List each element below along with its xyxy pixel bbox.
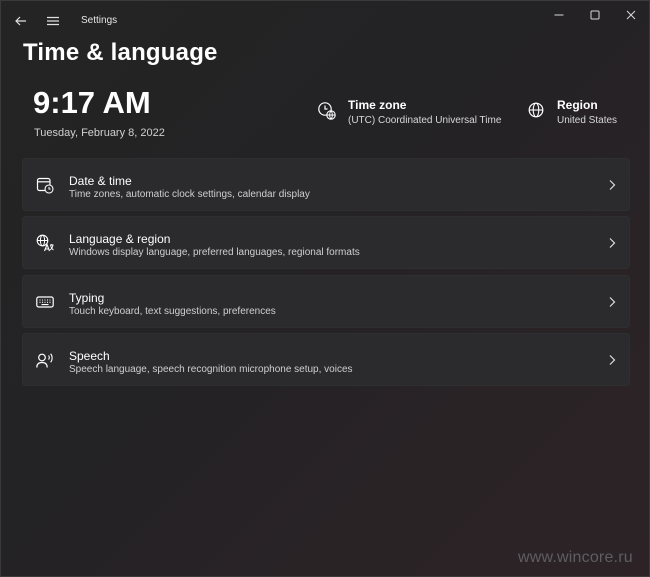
date-time-title: Date & time xyxy=(69,174,132,188)
language-icon xyxy=(36,234,54,252)
app-title: Settings xyxy=(81,15,118,26)
calendar-clock-icon xyxy=(36,177,54,194)
current-date: Tuesday, February 8, 2022 xyxy=(34,127,165,139)
time-zone-icon xyxy=(318,102,336,120)
globe-icon xyxy=(528,102,544,118)
back-button[interactable] xyxy=(9,9,33,33)
settings-window: Settings Time & language 9:17 AM Tuesday… xyxy=(0,0,650,577)
watermark: www.wincore.ru xyxy=(518,549,633,566)
chevron-right-icon xyxy=(609,238,616,248)
speech-card[interactable]: Speech Speech language, speech recogniti… xyxy=(22,333,630,386)
back-arrow-icon xyxy=(15,16,26,26)
speech-icon xyxy=(36,353,53,368)
region-title: Region xyxy=(557,98,598,112)
maximize-button[interactable] xyxy=(575,1,615,29)
speech-description: Speech language, speech recognition micr… xyxy=(69,364,353,375)
typing-title: Typing xyxy=(69,291,105,305)
close-button[interactable] xyxy=(611,1,649,29)
region-value: United States xyxy=(557,115,618,126)
language-region-description: Windows display language, preferred lang… xyxy=(69,247,360,258)
keyboard-icon xyxy=(36,296,54,308)
speech-title: Speech xyxy=(69,349,110,363)
date-time-card[interactable]: Date & time Time zones, automatic clock … xyxy=(22,158,630,211)
time-zone-title: Time zone xyxy=(348,98,407,112)
close-icon xyxy=(626,10,636,20)
time-zone-value: (UTC) Coordinated Universal Time xyxy=(348,115,502,126)
chevron-right-icon xyxy=(609,180,616,190)
typing-card[interactable]: Typing Touch keyboard, text suggestions,… xyxy=(22,275,630,328)
chevron-right-icon xyxy=(609,355,616,365)
language-region-card[interactable]: Language & region Windows display langua… xyxy=(22,216,630,269)
language-region-title: Language & region xyxy=(69,232,171,246)
minimize-button[interactable] xyxy=(539,1,579,29)
chevron-right-icon xyxy=(609,297,616,307)
title-bar: Settings xyxy=(1,1,649,41)
page-title: Time & language xyxy=(23,39,218,66)
date-time-description: Time zones, automatic clock settings, ca… xyxy=(69,189,310,200)
hamburger-icon xyxy=(47,16,59,26)
minimize-icon xyxy=(554,14,564,16)
current-time: 9:17 AM xyxy=(33,85,151,120)
maximize-icon xyxy=(590,10,600,20)
navigation-menu-button[interactable] xyxy=(41,9,65,33)
typing-description: Touch keyboard, text suggestions, prefer… xyxy=(69,306,276,317)
